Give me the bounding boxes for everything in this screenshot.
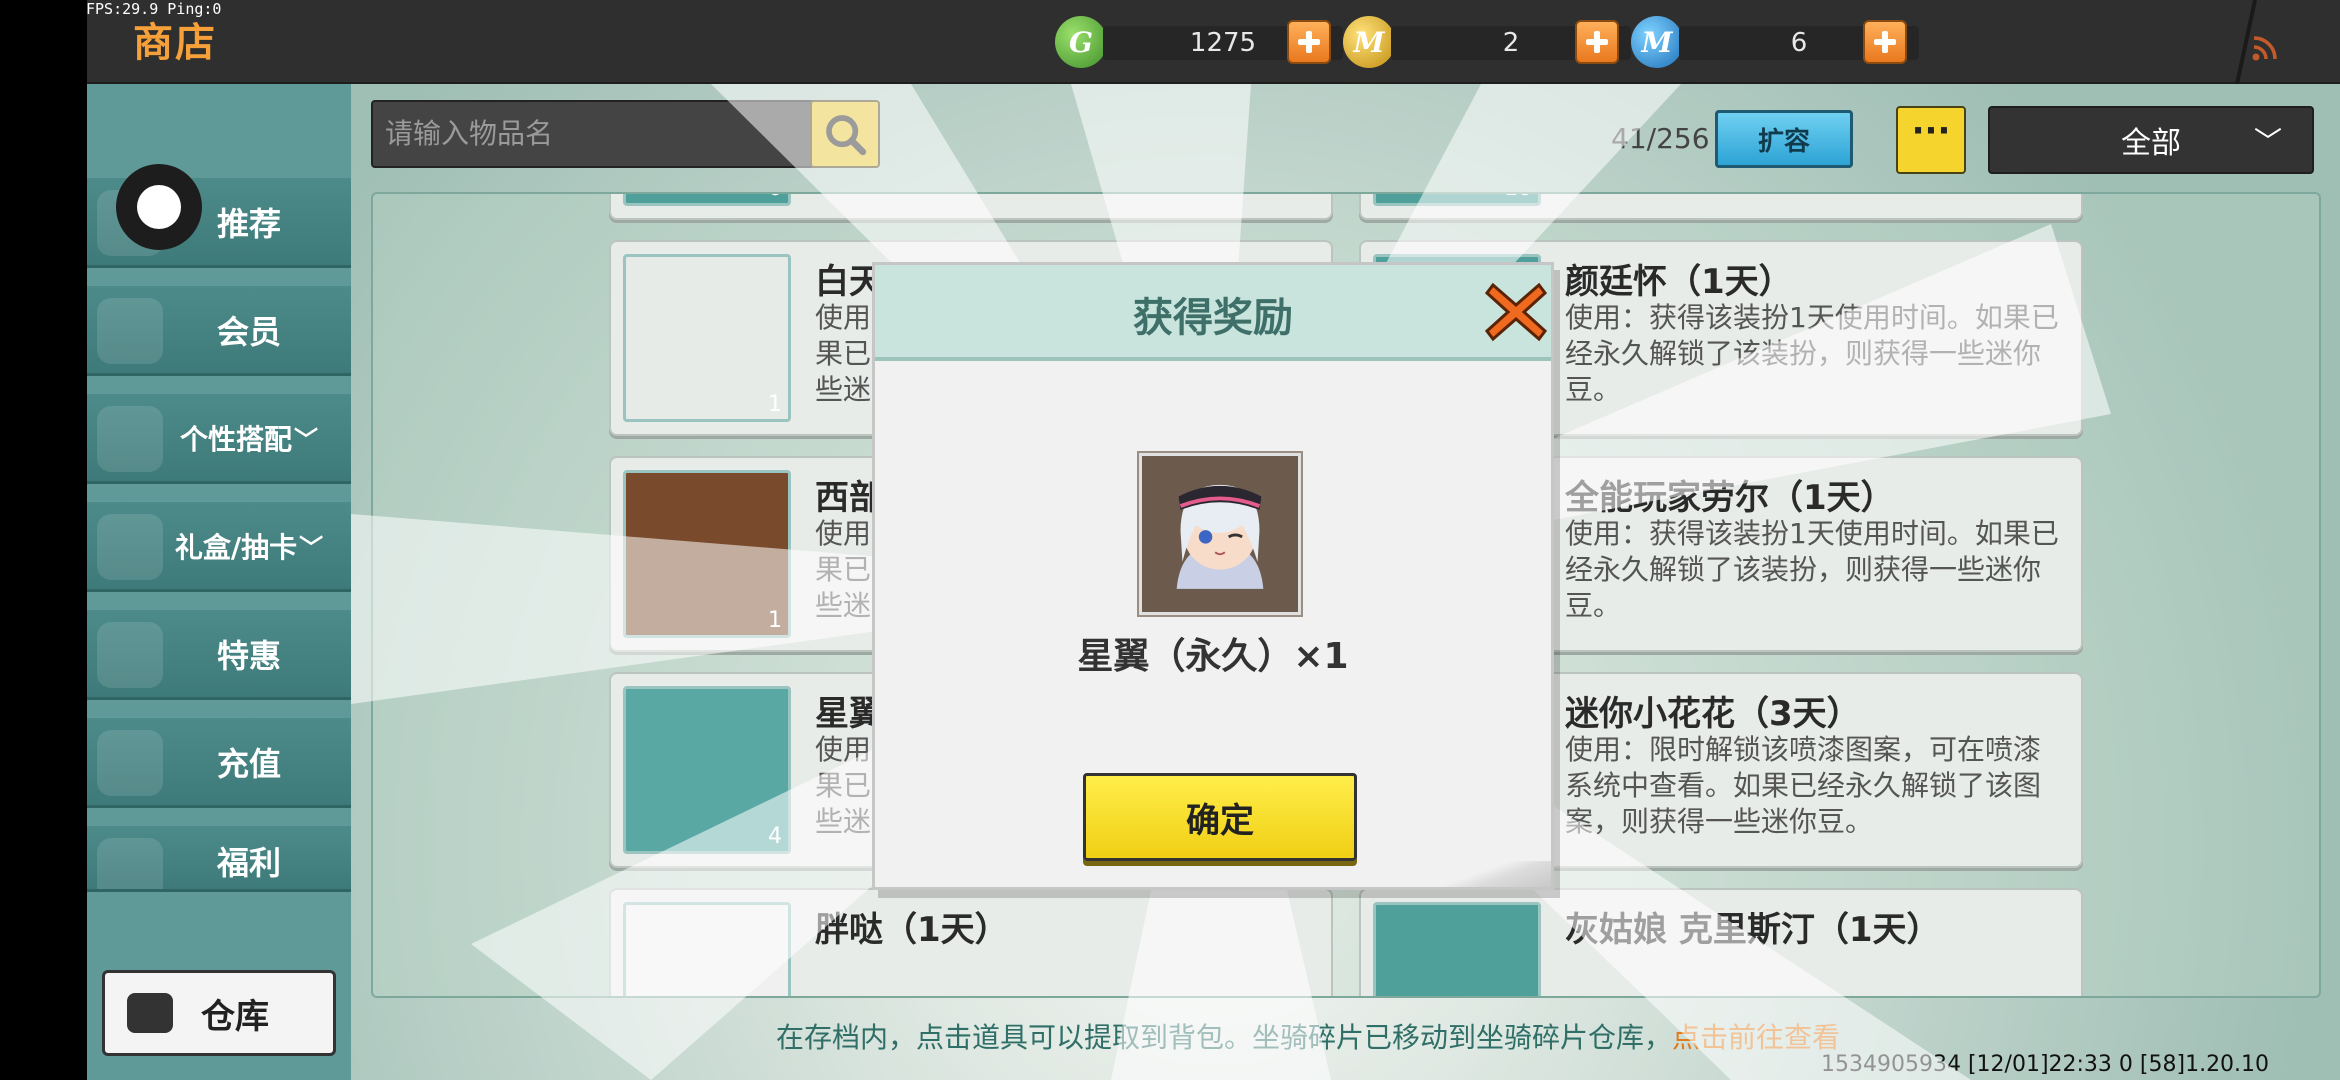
shop-screen: FPS:29.9 Ping:0 商店 G 1275 M 2 M 6 推荐 会员 … [0, 0, 2340, 1080]
item-title: 全能玩家劳尔（1天） [1565, 478, 1895, 518]
footer-tip: 在存档内，点击道具可以提取到背包。坐骑碎片已移动到坐骑碎片仓库，点击前往查看 [776, 1016, 1840, 1056]
item-title: 灰姑娘 克里斯汀（1天） [1565, 910, 1941, 950]
dialog-header: 获得奖励 [875, 265, 1551, 361]
sidebar-item-outfit[interactable]: 个性搭配 ﹀ [87, 394, 351, 484]
list-item[interactable]: 胖哒（1天） [609, 888, 1333, 996]
green-bean-coin-icon: G [1055, 16, 1107, 68]
sidebar-item-recharge[interactable]: 充值 [87, 718, 351, 808]
view-fragment-warehouse-link[interactable]: 点击前往查看 [1672, 1021, 1840, 1054]
gold-coin-icon: M [1343, 16, 1395, 68]
item-thumbnail: 1 [623, 470, 791, 638]
footer-tip-text: 在存档内，点击道具可以提取到背包。坐骑碎片已移动到坐骑碎片仓库， [776, 1021, 1673, 1054]
item-qty: 6 [768, 194, 782, 201]
outfit-icon [97, 406, 163, 472]
item-title: 颜廷怀（1天） [1565, 262, 1793, 302]
item-qty: 1 [768, 392, 782, 417]
add-blue-button[interactable] [1863, 20, 1907, 64]
reward-name: 星翼（永久）×1 [1077, 636, 1349, 677]
giftbox-icon [97, 514, 163, 580]
chevron-down-icon: ﹀ [299, 534, 324, 562]
confirm-button[interactable]: 确定 [1083, 773, 1357, 861]
sidebar-item-label: 特惠 [216, 636, 281, 675]
item-thumbnail: 6 [623, 194, 791, 206]
sale-icon [97, 622, 163, 688]
version-info: 1534905934 [12/01]22:33 0 [58]1.20.10 [1821, 1052, 2270, 1077]
more-button[interactable]: ··· [1896, 106, 1966, 174]
sidebar-item-label: 推荐 [216, 204, 281, 243]
warehouse-label: 仓库 [201, 996, 269, 1037]
sidebar-item-label: 个性搭配 [179, 422, 292, 456]
sidebar-item-sale[interactable]: 特惠 [87, 610, 351, 700]
filter-dropdown[interactable]: 全部 ﹀ [1988, 106, 2314, 174]
topbar-divider [2235, 0, 2257, 84]
paper-curl [1435, 861, 1551, 887]
sidebar-item-label: 会员 [216, 312, 281, 351]
search-input[interactable]: 请输入物品名 [371, 100, 831, 168]
capacity-count: 41/256 [1611, 122, 1710, 155]
list-item[interactable]: 10 [1359, 194, 2083, 220]
add-gold-button[interactable] [1575, 20, 1619, 64]
close-icon[interactable] [1485, 281, 1547, 343]
sidebar-item-member[interactable]: 会员 [87, 286, 351, 376]
item-desc: 使用：获得该装扮1天使用时间。如果已经永久解锁了该装扮，则获得一些迷你豆。 [1565, 517, 2059, 622]
list-item[interactable]: 6 [609, 194, 1333, 220]
filter-value: 全部 [2121, 126, 2181, 161]
item-qty: 10 [1504, 194, 1532, 201]
search-icon[interactable] [810, 100, 880, 168]
sidebar-item-label: 礼盒/抽卡 [174, 530, 298, 564]
item-desc: 使用：获得该装扮1天使用时间。如果已经永久解锁了该装扮，则获得一些迷你豆。 [1565, 301, 2059, 406]
touch-cursor [116, 164, 202, 250]
item-title: 迷你小花花（3天） [1565, 694, 1861, 734]
list-item[interactable]: 灰姑娘 克里斯汀（1天） [1359, 888, 2083, 996]
fps-counter: FPS:29.9 Ping:0 [86, 0, 222, 18]
item-desc: 使用：限时解锁该喷漆图案，可在喷漆系统中查看。如果已经永久解锁了该图案，则获得一… [1565, 733, 2042, 838]
chevron-down-icon: ﹀ [294, 426, 318, 454]
item-qty: 1 [768, 608, 782, 633]
page-title: 商店 [133, 20, 217, 66]
item-title: 胖哒（1天） [815, 910, 1009, 950]
sidebar-item-label: 充值 [216, 744, 281, 783]
sidebar-item-giftbox[interactable]: 礼盒/抽卡 ﹀ [87, 502, 351, 592]
item-thumbnail [1373, 902, 1541, 996]
sidebar-item-welfare[interactable]: 福利 [87, 826, 351, 892]
chest-icon [127, 993, 173, 1033]
item-thumbnail: 4 [623, 686, 791, 854]
blue-coin-icon: M [1631, 16, 1683, 68]
dialog-title: 获得奖励 [1133, 295, 1293, 341]
welfare-icon [97, 838, 163, 889]
chevron-down-icon: ﹀ [2253, 125, 2282, 158]
expand-button[interactable]: 扩容 [1715, 110, 1853, 168]
reward-item-icon [1137, 451, 1303, 617]
add-green-bean-button[interactable] [1287, 20, 1331, 64]
item-thumbnail: 10 [1373, 194, 1541, 206]
item-thumbnail [623, 902, 791, 996]
sidebar-item-label: 福利 [216, 844, 281, 882]
top-bar: 商店 G 1275 M 2 M 6 [87, 0, 2340, 84]
warehouse-button[interactable]: 仓库 [102, 970, 336, 1056]
item-qty: 4 [768, 824, 782, 849]
reward-dialog: 获得奖励 星翼（永久）×1 确定 [872, 262, 1554, 890]
recharge-icon [97, 730, 163, 796]
item-thumbnail: 1 [623, 254, 791, 422]
member-icon [97, 298, 163, 364]
